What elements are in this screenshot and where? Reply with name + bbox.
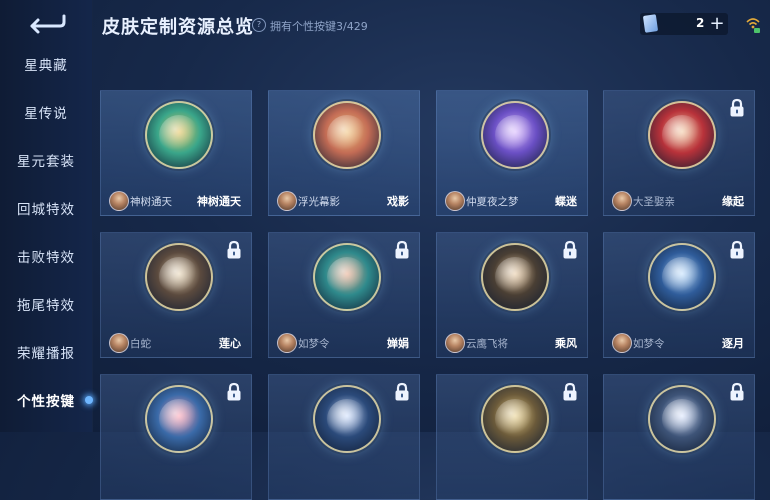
skin-name: 大圣娶亲 (633, 196, 675, 208)
hero-avatar (612, 333, 632, 353)
page-title: 皮肤定制资源总览 (102, 17, 254, 38)
sidebar-item-label: 击败特效 (17, 250, 75, 266)
card-footer: 如梦令 逐月 (604, 327, 754, 357)
button-preview-icon (648, 243, 716, 311)
card-footer: 神树通天 神树通天 (101, 185, 251, 215)
card-footer: 浮光幕影 戏影 (269, 185, 419, 215)
lock-icon (395, 382, 409, 401)
back-arrow-icon[interactable] (24, 10, 68, 38)
button-name: 神树通天 (197, 195, 241, 208)
button-preview-icon (145, 385, 213, 453)
lock-icon (730, 98, 744, 117)
sidebar-item-label: 个性按键 (17, 394, 75, 410)
card-footer: 大圣娶亲 缘起 (604, 185, 754, 215)
currency-count: 2 (696, 16, 705, 30)
card-footer: 仲夏夜之梦 蝶迷 (437, 185, 587, 215)
button-preview-icon (145, 243, 213, 311)
sidebar-item-glory-broadcast[interactable]: 荣耀播报 (0, 328, 92, 376)
button-name: 乘风 (555, 337, 577, 350)
hero-avatar (109, 333, 129, 353)
currency-display: 2 + (640, 13, 728, 35)
card-footer: 白蛇 莲心 (101, 327, 251, 357)
sidebar-nav: 星典藏 星传说 星元套装 回城特效 击败特效 拖尾特效 荣耀播报 个性按键 (0, 40, 93, 424)
button-name: 莲心 (219, 337, 241, 350)
button-preview-icon (648, 101, 716, 169)
hero-avatar (277, 191, 297, 211)
sidebar: 星典藏 星传说 星元套装 回城特效 击败特效 拖尾特效 荣耀播报 个性按键 (0, 0, 93, 432)
card-footer: 云鹰飞将 乘风 (437, 327, 587, 357)
lock-icon (227, 382, 241, 401)
button-preview-icon (481, 243, 549, 311)
sidebar-item-star-legend[interactable]: 星传说 (0, 88, 92, 136)
button-card[interactable]: 如梦令 逐月 (603, 232, 755, 358)
sidebar-item-star-suit[interactable]: 星元套装 (0, 136, 92, 184)
help-icon[interactable]: ? (252, 18, 266, 32)
lock-icon (563, 382, 577, 401)
sidebar-item-kill-effect[interactable]: 击败特效 (0, 232, 92, 280)
skin-name: 仲夏夜之梦 (466, 196, 519, 208)
lock-icon (730, 240, 744, 259)
sidebar-item-label: 星元套装 (17, 154, 75, 170)
button-name: 戏影 (387, 195, 409, 208)
button-card[interactable] (100, 374, 252, 500)
add-currency-button[interactable]: + (708, 14, 726, 34)
sidebar-item-label: 拖尾特效 (17, 298, 75, 314)
hero-avatar (612, 191, 632, 211)
button-name: 婵娟 (387, 337, 409, 350)
button-card[interactable]: 浮光幕影 戏影 (268, 90, 420, 216)
button-preview-icon (313, 101, 381, 169)
voucher-icon (642, 14, 659, 33)
hero-avatar (445, 191, 465, 211)
button-preview-icon (145, 101, 213, 169)
lock-icon (227, 240, 241, 259)
owned-count: 拥有个性按键3/429 (270, 20, 368, 33)
skin-name: 白蛇 (130, 338, 151, 350)
wifi-signal-icon (746, 18, 760, 33)
button-name: 缘起 (722, 195, 744, 208)
skin-name: 浮光幕影 (298, 196, 340, 208)
skin-name: 如梦令 (298, 338, 330, 350)
button-preview-icon (481, 385, 549, 453)
button-card[interactable]: 如梦令 婵娟 (268, 232, 420, 358)
lock-icon (730, 382, 744, 401)
sidebar-item-label: 星传说 (24, 106, 68, 122)
button-card[interactable] (603, 374, 755, 500)
button-preview-icon (481, 101, 549, 169)
button-card[interactable]: 神树通天 神树通天 (100, 90, 252, 216)
button-preview-icon (648, 385, 716, 453)
lock-icon (395, 240, 409, 259)
button-preview-icon (313, 385, 381, 453)
button-card[interactable]: 仲夏夜之梦 蝶迷 (436, 90, 588, 216)
button-name: 逐月 (722, 337, 744, 350)
active-indicator (85, 396, 93, 404)
sidebar-item-label: 荣耀播报 (17, 346, 75, 362)
skin-name: 云鹰飞将 (466, 338, 508, 350)
button-card[interactable]: 云鹰飞将 乘风 (436, 232, 588, 358)
button-card[interactable] (436, 374, 588, 500)
skin-name: 如梦令 (633, 338, 665, 350)
button-name: 蝶迷 (555, 195, 577, 208)
hero-avatar (277, 333, 297, 353)
hero-avatar (109, 191, 129, 211)
sidebar-item-star-collection[interactable]: 星典藏 (0, 40, 92, 88)
sidebar-item-recall-effect[interactable]: 回城特效 (0, 184, 92, 232)
sidebar-item-custom-buttons[interactable]: 个性按键 (0, 376, 93, 424)
sidebar-item-label: 星典藏 (24, 58, 68, 74)
lock-icon (563, 240, 577, 259)
button-card[interactable] (268, 374, 420, 500)
skin-name: 神树通天 (130, 196, 172, 208)
button-preview-icon (313, 243, 381, 311)
card-footer: 如梦令 婵娟 (269, 327, 419, 357)
hero-avatar (445, 333, 465, 353)
button-card[interactable]: 大圣娶亲 缘起 (603, 90, 755, 216)
sidebar-item-trail-effect[interactable]: 拖尾特效 (0, 280, 92, 328)
sidebar-item-label: 回城特效 (17, 202, 75, 218)
button-card[interactable]: 白蛇 莲心 (100, 232, 252, 358)
